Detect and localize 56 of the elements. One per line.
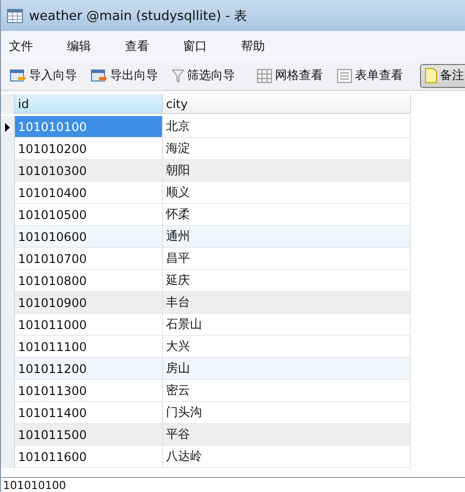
toolbar-button[interactable]: 备注: [420, 64, 465, 88]
table-cell: 朝阳: [163, 160, 411, 182]
window-title: weather @main (studysqllite) - 表: [29, 8, 248, 24]
table-cell: 顺义: [163, 182, 411, 204]
table-cell: 101010200: [15, 138, 163, 160]
note-icon: [425, 68, 437, 83]
table-cell: 101010500: [15, 204, 163, 226]
table-cell: 房山: [163, 358, 411, 380]
table-cell: 101010800: [15, 270, 163, 292]
column-header[interactable]: id: [15, 94, 163, 114]
table-cell: 密云: [163, 380, 411, 402]
menu-item[interactable]: 查看: [123, 38, 159, 54]
menu-item[interactable]: 帮助: [239, 38, 275, 54]
table-cell: 延庆: [163, 270, 411, 292]
table-cell: 101010700: [15, 248, 163, 270]
status-value: 101010100: [3, 478, 66, 492]
table-cell: 昌平: [163, 248, 411, 270]
column-header[interactable]: city: [163, 94, 411, 114]
menu-item[interactable]: 编辑: [65, 38, 101, 54]
toolbar-button[interactable]: 导入向导: [5, 64, 82, 88]
row-pointer-icon: [5, 122, 10, 132]
toolbar-button[interactable]: 网格查看: [252, 64, 328, 88]
table-cell: 101010600: [15, 226, 163, 248]
table-cell: 门头沟: [163, 402, 411, 424]
toolbar-button[interactable]: 导出向导: [86, 64, 163, 88]
funnel-icon: [172, 68, 184, 82]
table-cell: 北京: [163, 116, 411, 138]
table-cell: 101010100: [15, 116, 163, 138]
table-cell: 101010900: [15, 292, 163, 314]
grid-icon: [257, 68, 272, 82]
menu-item[interactable]: 窗口: [181, 38, 217, 54]
toolbar-button[interactable]: 筛选向导: [167, 64, 240, 88]
header-corner: [1, 94, 15, 114]
table-cell: 通州: [163, 226, 411, 248]
table-cell: 101010400: [15, 182, 163, 204]
table-cell: 101011300: [15, 380, 163, 402]
table-cell: 海淀: [163, 138, 411, 160]
menu-item[interactable]: 文件: [7, 38, 43, 54]
toolbar-button[interactable]: 表单查看: [332, 64, 408, 88]
table-cell: 101011200: [15, 358, 163, 380]
table-cell: 101011500: [15, 424, 163, 446]
table-cell: 怀柔: [163, 204, 411, 226]
table-cell: 101011000: [15, 314, 163, 336]
table-cell: 平谷: [163, 424, 411, 446]
table-cell: 101011400: [15, 402, 163, 424]
table-cell: 101011100: [15, 336, 163, 358]
table-export-icon: [91, 68, 107, 82]
table-cell: 101011600: [15, 446, 163, 468]
form-icon: [337, 68, 352, 82]
table-icon: [7, 8, 23, 22]
table-cell: 101010300: [15, 160, 163, 182]
table-cell: 八达岭: [163, 446, 411, 468]
table-import-icon: [10, 68, 26, 82]
table-cell: 石景山: [163, 314, 411, 336]
table-cell: 大兴: [163, 336, 411, 358]
table-cell: 丰台: [163, 292, 411, 314]
